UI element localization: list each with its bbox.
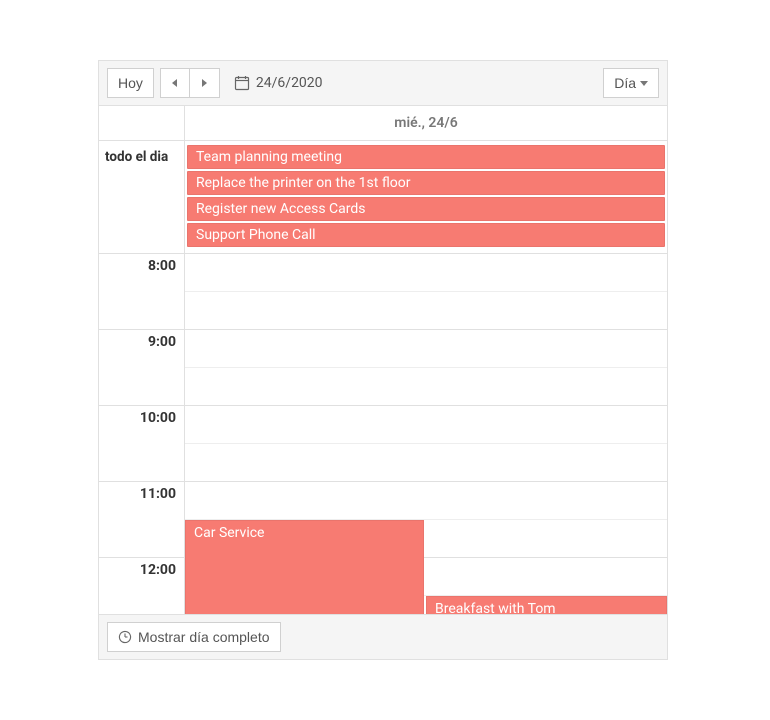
timed-event[interactable]: Breakfast with Tom <box>426 596 667 614</box>
timed-event[interactable]: Car Service <box>185 520 424 614</box>
hour-cell[interactable] <box>185 330 667 406</box>
hour-cell[interactable] <box>185 254 667 330</box>
hour-label: 12:00 <box>99 558 185 614</box>
day-header: mié., 24/6 <box>185 106 667 140</box>
prev-button[interactable] <box>160 68 190 98</box>
show-full-day-label: Mostrar día completo <box>138 629 270 645</box>
hour-row: 10:00 <box>99 406 667 482</box>
day-header-row: mié., 24/6 <box>99 106 667 141</box>
all-day-event[interactable]: Team planning meeting <box>187 145 665 169</box>
all-day-event[interactable]: Register new Access Cards <box>187 197 665 221</box>
footer: Mostrar día completo <box>99 614 667 659</box>
date-display[interactable]: 24/6/2020 <box>234 75 323 91</box>
view-selector[interactable]: Día <box>603 68 659 98</box>
hour-row: 9:00 <box>99 330 667 406</box>
calendar: Hoy 24/6/2020 Día mié., 24/6 <box>98 60 668 660</box>
toolbar: Hoy 24/6/2020 Día <box>99 61 667 106</box>
calendar-icon <box>234 75 250 91</box>
all-day-label: todo el dia <box>99 141 185 253</box>
view-label: Día <box>614 75 636 91</box>
show-full-day-button[interactable]: Mostrar día completo <box>107 622 281 652</box>
hour-label: 8:00 <box>99 254 185 330</box>
chevron-left-icon <box>172 79 177 87</box>
chevron-right-icon <box>202 79 207 87</box>
date-text: 24/6/2020 <box>256 75 323 91</box>
next-button[interactable] <box>190 68 220 98</box>
nav-buttons <box>160 68 220 98</box>
hour-label: 11:00 <box>99 482 185 558</box>
hour-label: 10:00 <box>99 406 185 482</box>
hour-cell[interactable] <box>185 406 667 482</box>
time-grid[interactable]: 8:009:0010:0011:0012:00 Car ServiceBreak… <box>99 254 667 614</box>
chevron-down-icon <box>640 81 648 86</box>
hour-label: 9:00 <box>99 330 185 406</box>
all-day-row: todo el dia Team planning meetingReplace… <box>99 141 667 254</box>
all-day-events: Team planning meetingReplace the printer… <box>185 141 667 253</box>
clock-icon <box>118 630 132 644</box>
all-day-event[interactable]: Support Phone Call <box>187 223 665 247</box>
today-button[interactable]: Hoy <box>107 68 154 98</box>
all-day-event[interactable]: Replace the printer on the 1st floor <box>187 171 665 195</box>
hour-row: 8:00 <box>99 254 667 330</box>
